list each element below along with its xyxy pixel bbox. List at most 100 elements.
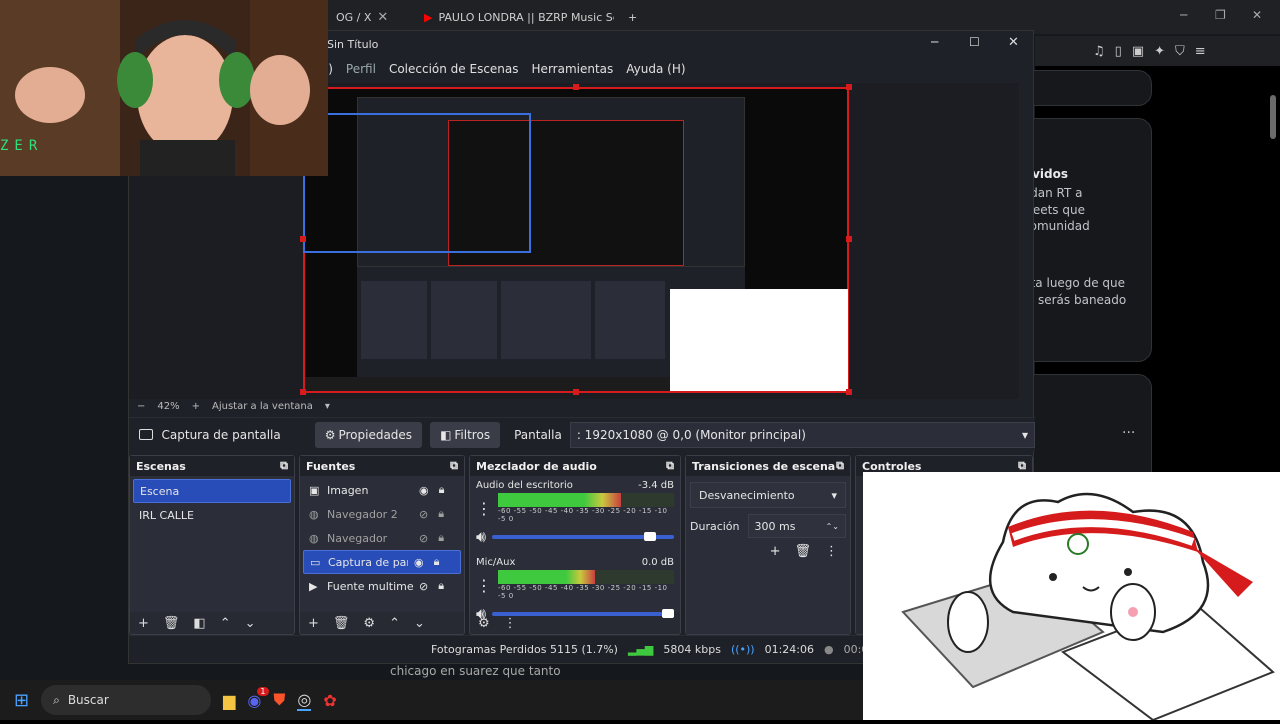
screen-select[interactable]: : 1920x1080 @ 0,0 (Monitor principal) ▾ bbox=[569, 421, 1035, 448]
eye-hidden-icon[interactable]: ⊘ bbox=[419, 532, 428, 545]
undock-icon[interactable]: ⧉ bbox=[666, 459, 674, 473]
menu-item-help[interactable]: Ayuda (H) bbox=[626, 62, 685, 76]
new-tab-button[interactable]: + bbox=[620, 4, 645, 30]
add-icon[interactable]: + bbox=[138, 616, 149, 631]
menu-item-tools[interactable]: Herramientas bbox=[532, 62, 614, 76]
scene-item[interactable]: IRL CALLE bbox=[133, 503, 291, 527]
source-item[interactable]: ▶ Fuente multime ⊘ 🔒︎ bbox=[303, 574, 461, 598]
lock-icon[interactable]: 🔒︎ bbox=[438, 579, 444, 593]
cat-image bbox=[863, 472, 1280, 722]
trash-icon[interactable]: 🗑 bbox=[163, 616, 180, 631]
source-item[interactable]: ◍ Navegador ⊘ 🔒︎ bbox=[303, 526, 461, 550]
resize-handle[interactable] bbox=[573, 389, 579, 395]
discord-icon[interactable]: ◉ 1 bbox=[247, 686, 269, 710]
add-icon[interactable]: + bbox=[308, 616, 319, 631]
chevron-up-icon[interactable]: ⌃ bbox=[220, 616, 231, 631]
lock-icon[interactable]: 🔒︎ bbox=[439, 483, 445, 497]
resize-handle[interactable] bbox=[846, 84, 852, 90]
fit-window-button[interactable]: Ajustar a la ventana bbox=[212, 401, 313, 412]
minimize-icon[interactable]: ─ bbox=[931, 35, 938, 49]
dock-header: Escenas ⧉ bbox=[130, 456, 294, 476]
duration-input[interactable]: 300 ms ⌃⌄ bbox=[747, 514, 846, 538]
shield-icon[interactable]: ⛉ bbox=[1175, 44, 1185, 59]
music-icon[interactable]: ♫ bbox=[1093, 44, 1105, 59]
windows-start-icon[interactable]: ⊞ bbox=[14, 690, 29, 711]
filter-icon[interactable]: ◧ bbox=[193, 616, 205, 631]
scene-item[interactable]: Escena bbox=[133, 479, 291, 503]
chevron-down-icon: ▾ bbox=[1021, 427, 1028, 442]
brave-icon[interactable]: ⛊ bbox=[273, 690, 285, 710]
menu-icon[interactable]: ≡ bbox=[1195, 44, 1206, 59]
channel-menu-icon[interactable]: ⋮ bbox=[476, 576, 492, 595]
obs-icon[interactable]: ◎ bbox=[297, 690, 312, 711]
maximize-icon[interactable]: ☐ bbox=[969, 35, 980, 49]
tab-x[interactable]: OG / X ✕ bbox=[328, 4, 408, 30]
volume-slider[interactable] bbox=[492, 532, 674, 541]
lock-icon[interactable]: 🔒︎ bbox=[438, 531, 444, 545]
undock-icon[interactable]: ⧉ bbox=[1018, 459, 1026, 473]
source-context-bar: Captura de pantalla ⚙ Propiedades ◧ Filtro… bbox=[129, 417, 1035, 451]
lock-icon[interactable]: 🔒︎ bbox=[438, 507, 444, 521]
scrollbar[interactable] bbox=[1270, 95, 1276, 139]
play-icon: ▶ bbox=[309, 579, 318, 593]
trash-icon[interactable]: 🗑 bbox=[333, 616, 350, 631]
eye-hidden-icon[interactable]: ⊘ bbox=[419, 508, 428, 521]
menu-item-profile[interactable]: Perfil bbox=[346, 62, 376, 76]
eye-hidden-icon[interactable]: ⊘ bbox=[419, 580, 428, 593]
resize-handle[interactable] bbox=[300, 236, 306, 242]
filter-icon: ◧ bbox=[440, 427, 452, 442]
stream-time: 01:24:06 bbox=[764, 643, 814, 656]
image-icon: ▣ bbox=[309, 483, 320, 497]
eye-icon[interactable]: ◉ bbox=[419, 484, 429, 497]
channel-db: 0.0 dB bbox=[641, 557, 674, 568]
gear-icon[interactable]: ⚙ bbox=[363, 616, 375, 631]
zoom-out-button[interactable]: − bbox=[137, 401, 145, 412]
taskbar-search[interactable]: ⌕ Buscar bbox=[41, 685, 212, 715]
channel-menu-icon[interactable]: ⋮ bbox=[476, 499, 492, 518]
source-item[interactable]: ▣ Imagen ◉ 🔒︎ bbox=[303, 478, 461, 502]
speaker-icon[interactable]: 🔊︎ bbox=[476, 604, 486, 624]
add-icon[interactable]: + bbox=[770, 544, 781, 559]
sources-toolbar: + 🗑 ⚙ ⌃ ⌄ bbox=[300, 612, 464, 634]
close-icon[interactable]: ✕ bbox=[1008, 35, 1019, 50]
transition-select[interactable]: Desvanecimiento ▾ bbox=[690, 482, 846, 508]
speaker-icon[interactable]: 🔊︎ bbox=[476, 527, 486, 547]
tab-youtube[interactable]: ▶ PAULO LONDRA || BZRP Music Se bbox=[416, 4, 614, 30]
menu-dots-icon[interactable]: ⋮ bbox=[825, 544, 838, 559]
sidebar-icon[interactable]: ▯ bbox=[1115, 44, 1122, 59]
chevron-up-icon[interactable]: ⌃ bbox=[389, 616, 400, 631]
app-icon[interactable]: ✿ bbox=[323, 691, 336, 710]
undock-icon[interactable]: ⧉ bbox=[450, 459, 458, 473]
chevron-down-icon[interactable]: ⌄ bbox=[414, 616, 425, 631]
source-item[interactable]: ◍ Navegador 2 ⊘ 🔒︎ bbox=[303, 502, 461, 526]
trash-icon[interactable]: 🗑 bbox=[794, 544, 811, 559]
source-item[interactable]: ▭ Captura de pan ◉ 🔒︎ bbox=[303, 550, 461, 574]
folder-icon[interactable]: ▆ bbox=[223, 691, 235, 710]
wallet-icon[interactable]: ▣ bbox=[1132, 44, 1144, 59]
volume-slider[interactable] bbox=[492, 609, 674, 618]
chevron-down-icon[interactable]: ⌄ bbox=[245, 616, 256, 631]
resize-handle[interactable] bbox=[573, 84, 579, 90]
close-icon[interactable]: ✕ bbox=[377, 10, 388, 25]
properties-button[interactable]: ⚙ Propiedades bbox=[314, 421, 423, 448]
sparkle-icon[interactable]: ✦ bbox=[1154, 44, 1165, 59]
resize-handle[interactable] bbox=[846, 389, 852, 395]
filters-button[interactable]: ◧ Filtros bbox=[430, 421, 501, 448]
undock-icon[interactable]: ⧉ bbox=[836, 459, 844, 473]
resize-handle[interactable] bbox=[846, 236, 852, 242]
menu-item-scene-collection[interactable]: Colección de Escenas bbox=[389, 62, 519, 76]
dock-title: Transiciones de escena bbox=[692, 459, 836, 473]
more-icon[interactable]: ··· bbox=[1122, 425, 1135, 441]
resize-handle[interactable] bbox=[300, 389, 306, 395]
eye-icon[interactable]: ◉ bbox=[414, 556, 424, 569]
chevron-down-icon[interactable]: ▾ bbox=[325, 401, 330, 412]
minimize-icon[interactable]: ─ bbox=[1180, 8, 1187, 22]
lock-icon[interactable]: 🔒︎ bbox=[434, 555, 440, 569]
zoom-in-button[interactable]: + bbox=[192, 401, 200, 412]
undock-icon[interactable]: ⧉ bbox=[280, 459, 288, 473]
maximize-icon[interactable]: ❐ bbox=[1215, 8, 1226, 22]
dock-title: Fuentes bbox=[306, 459, 356, 473]
stepper-icon[interactable]: ⌃⌄ bbox=[826, 522, 839, 531]
close-icon[interactable]: ✕ bbox=[1252, 8, 1262, 22]
audio-mixer-dock: Mezclador de audio ⧉ Audio del escritorio… bbox=[469, 455, 681, 635]
